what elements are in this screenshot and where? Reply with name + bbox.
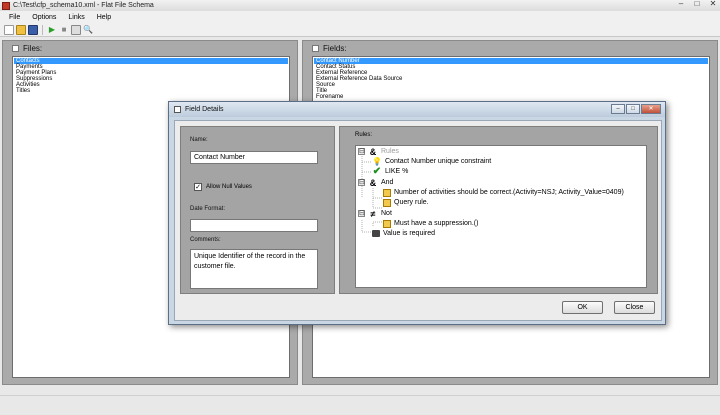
menu-options[interactable]: Options <box>26 14 62 21</box>
tree-node-like[interactable]: ✔ LIKE % <box>372 165 409 177</box>
toolbar: ▶ ■ 🔍 <box>0 23 720 37</box>
list-item[interactable]: Titles <box>14 88 288 94</box>
tree-node-label: Not <box>381 210 392 217</box>
collapse-icon[interactable]: ⊟ <box>358 179 365 186</box>
menu-file[interactable]: File <box>0 14 26 21</box>
dialog-close-button[interactable]: ✕ <box>641 104 661 114</box>
query-icon <box>383 188 391 197</box>
allow-null-row: ✓ Allow Null Values <box>194 183 252 191</box>
toolbar-separator <box>42 24 43 35</box>
rules-label: Rules: <box>355 132 373 138</box>
zoom-icon[interactable]: 🔍 <box>83 25 93 35</box>
menu-bar: File Options Links Help <box>0 11 720 23</box>
files-icon <box>12 44 19 52</box>
tree-node-label: Must have a suppression.() <box>394 220 479 227</box>
status-bar <box>0 395 720 415</box>
date-format-label: Date Format: <box>190 206 226 212</box>
minimize-button[interactable]: – <box>676 0 686 9</box>
tree-node-query-rule[interactable]: Query rule. <box>383 197 429 208</box>
comments-field[interactable]: Unique Identifier of the record in the c… <box>190 249 318 289</box>
query-icon <box>383 219 391 228</box>
tree-node-label: Number of activities should be correct.(… <box>394 189 624 196</box>
allow-null-label: Allow Null Values <box>206 184 252 190</box>
files-panel-header: Files: <box>3 41 297 55</box>
new-icon[interactable] <box>4 24 14 35</box>
field-details-dialog: Field Details – □ ✕ Name: Contact Number… <box>168 101 666 325</box>
save-icon[interactable] <box>28 24 38 35</box>
tree-node-label: Value is required <box>383 230 436 237</box>
query-icon <box>383 198 391 207</box>
tree-node-label: And <box>381 179 394 186</box>
tree-node-label: Contact Number unique constraint <box>385 158 492 165</box>
tree-node-label: LIKE % <box>385 168 409 175</box>
window-controls: – □ ✕ <box>676 0 718 9</box>
rules-panel: Rules: ⊟ & Rules 💡 Contact Number unique… <box>339 126 658 294</box>
and-icon: & <box>369 177 377 188</box>
open-icon[interactable] <box>16 24 26 35</box>
dialog-title-bar: Field Details – □ ✕ <box>169 102 665 117</box>
copy-icon[interactable] <box>71 24 81 35</box>
menu-links[interactable]: Links <box>62 14 90 21</box>
collapse-icon[interactable]: ⊟ <box>358 148 365 155</box>
date-format-field[interactable] <box>190 219 318 232</box>
maximize-button[interactable]: □ <box>692 0 702 9</box>
menu-help[interactable]: Help <box>91 14 117 21</box>
comments-label: Comments: <box>190 237 221 243</box>
dialog-title: Field Details <box>185 106 224 113</box>
dialog-maximize-button[interactable]: □ <box>626 104 640 114</box>
stop-icon[interactable]: ■ <box>59 25 69 35</box>
name-label: Name: <box>190 137 208 143</box>
rules-tree[interactable]: ⊟ & Rules 💡 Contact Number unique constr… <box>355 145 647 288</box>
window-title: C:\Test\cfp_schema10.xml - Flat File Sch… <box>13 2 154 9</box>
check-icon: ✔ <box>372 165 382 177</box>
bulb-icon: 💡 <box>372 156 382 166</box>
not-equal-icon: ≠ <box>370 208 376 219</box>
field-properties-panel: Name: Contact Number ✓ Allow Null Values… <box>180 126 335 294</box>
files-label: Files: <box>23 43 43 53</box>
ok-button[interactable]: OK <box>562 301 603 314</box>
app-icon <box>2 1 10 10</box>
collapse-icon[interactable]: ⊟ <box>358 210 365 217</box>
dialog-icon <box>174 106 181 113</box>
name-field[interactable]: Contact Number <box>190 151 318 164</box>
allow-null-checkbox[interactable]: ✓ <box>194 183 202 191</box>
run-icon[interactable]: ▶ <box>47 25 57 35</box>
fields-panel-header: Fields: <box>303 41 717 55</box>
close-dialog-button[interactable]: Close <box>614 301 655 314</box>
dialog-minimize-button[interactable]: – <box>611 104 625 114</box>
tree-node-value-required[interactable]: Value is required <box>372 228 435 239</box>
title-bar: C:\Test\cfp_schema10.xml - Flat File Sch… <box>0 0 720 11</box>
dialog-window-controls: – □ ✕ <box>611 104 661 114</box>
lock-icon <box>372 230 380 237</box>
fields-icon <box>312 44 319 52</box>
and-icon: & <box>369 146 377 157</box>
tree-node-label: Query rule. <box>394 199 429 206</box>
fields-label: Fields: <box>323 43 347 53</box>
close-button[interactable]: ✕ <box>708 0 718 9</box>
dialog-body: Name: Contact Number ✓ Allow Null Values… <box>174 120 662 321</box>
tree-node-label: Rules <box>381 148 399 155</box>
list-item[interactable]: Forename <box>314 94 708 100</box>
